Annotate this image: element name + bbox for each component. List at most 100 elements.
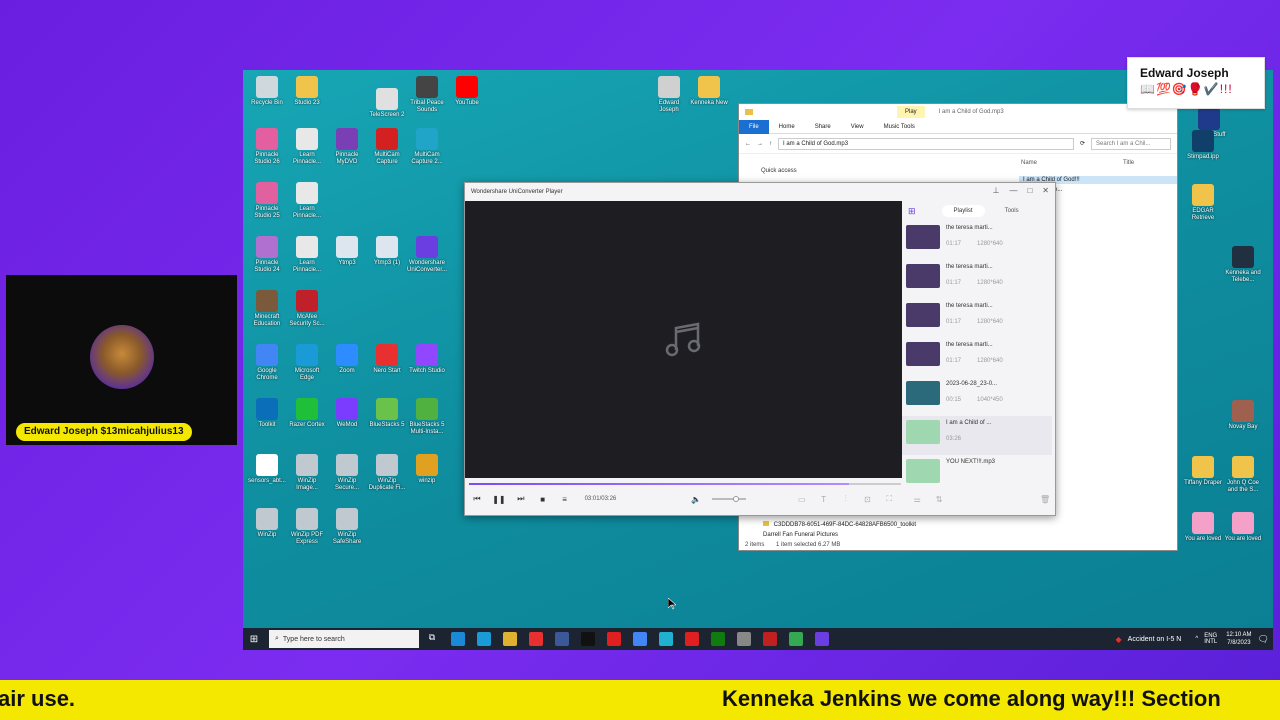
tab-playlist[interactable]: Playlist [941,205,985,217]
desktop-icon[interactable]: Nero Start [367,344,407,375]
desktop-icon[interactable]: Pinnacle Studio 25 [247,182,287,220]
playlist-item[interactable]: the teresa marti... 01:17 1280*640 [902,338,1052,377]
desktop-icon[interactable]: Recycle Bin [247,76,287,107]
taskbar-app-icon[interactable] [763,632,777,646]
column-header-name[interactable]: Name [1021,160,1037,166]
task-view-icon[interactable]: ⧉ [425,632,439,646]
desktop-icon[interactable]: WinZip Duplicate Fi... [367,454,407,492]
desktop-icon[interactable]: TeleScreen 2 [367,88,407,119]
next-icon[interactable]: ⏭ [515,493,527,505]
desktop-icon[interactable]: winzip [407,454,447,485]
settings-sliders-icon[interactable]: ⚌ [911,493,923,505]
desktop-icon[interactable]: Zoom [327,344,367,375]
trim-icon[interactable]: ⇅ [933,493,945,505]
refresh-icon[interactable]: ⟳ [1080,140,1085,147]
desktop-icon[interactable]: Learn Pinnacle... [287,182,327,220]
traffic-alert-icon[interactable]: ◆ [1116,635,1122,644]
up-arrow-icon[interactable]: ↑ [769,141,772,147]
desktop-icon[interactable]: Google Chrome [247,344,287,382]
tab-file[interactable]: File [739,119,769,134]
desktop-icon[interactable]: McAfee Security Sc... [287,290,327,328]
desktop-icon[interactable]: Minecraft Education [247,290,287,328]
taskbar-app-icon[interactable] [451,632,465,646]
taskbar-app-icon[interactable] [581,632,595,646]
language-indicator[interactable]: ENG INTL [1204,633,1220,645]
desktop-icon[interactable]: YouTube [447,76,487,107]
taskbar-app-icon[interactable] [711,632,725,646]
file-row[interactable]: C3DDDB78-6051-469F-84DC-64828AFB6500_too… [763,521,916,528]
volume-icon[interactable]: 🔈 [690,493,702,505]
desktop-icon[interactable]: Pinnacle Studio 24 [247,236,287,274]
desktop-icon[interactable]: Wondershare UniConverter... [407,236,447,274]
desktop-icon[interactable]: MultiCam Capture [367,128,407,166]
screenshot-icon[interactable]: ⊡ [862,493,874,505]
desktop-icon[interactable]: sensors_abt... [247,454,287,485]
taskbar-app-icon[interactable] [685,632,699,646]
desktop-icon[interactable]: Learn Pinnacle... [287,236,327,274]
notification-text[interactable]: Accident on I-5 N [1128,636,1182,643]
desktop-icon[interactable]: Tiffany Draper [1183,456,1223,487]
desktop-icon[interactable]: Toolkit [247,398,287,429]
delete-icon[interactable]: 🗑 [1039,493,1051,505]
playlist-item[interactable]: I am a Child of ... 03:26 [902,416,1052,455]
tab-view[interactable]: View [841,120,874,134]
desktop-icon[interactable]: Studio 23 [287,76,327,107]
taskbar-app-icon[interactable] [789,632,803,646]
add-file-icon[interactable]: ⊞ [908,206,916,217]
nav-quick-access[interactable]: Quick access [761,168,797,174]
desktop-icon[interactable]: Kenneka New [689,76,729,107]
desktop-icon[interactable]: BlueStacks 5 [367,398,407,429]
taskbar-app-icon[interactable] [815,632,829,646]
pin-icon[interactable]: ⊥ [992,186,999,195]
tab-share[interactable]: Share [805,120,841,134]
playlist-item[interactable]: the teresa marti... 01:17 1280*640 [902,221,1052,260]
desktop-icon[interactable]: WinZip SafeShare [327,508,367,546]
previous-icon[interactable]: ⏮ [471,493,483,505]
tray-chevron-icon[interactable]: ^ [1195,636,1198,642]
pause-icon[interactable]: ❚❚ [492,493,505,505]
playlist-item[interactable]: YOU NEXT!!!.mp3 [902,455,1052,494]
desktop-icon[interactable]: WinZip Secure... [327,454,367,492]
taskbar-app-icon[interactable] [633,632,647,646]
desktop-icon[interactable]: Razer Cortex [287,398,327,429]
taskbar-app-icon[interactable] [607,632,621,646]
stop-icon[interactable]: ■ [537,493,549,505]
desktop-icon[interactable]: Novay Bay [1223,400,1263,431]
play-tab[interactable]: Play [897,106,925,118]
tab-tools[interactable]: Tools [993,205,1031,217]
back-arrow-icon[interactable]: ← [745,141,751,147]
windows-start-icon[interactable]: ⊞ [243,628,265,650]
desktop-icon[interactable]: WinZip PDF Express [287,508,327,546]
desktop-icon[interactable]: WinZip Image... [287,454,327,492]
desktop-icon[interactable]: Edward Joseph [649,76,689,114]
desktop-icon[interactable]: You are loved [1183,512,1223,543]
playlist-mode-icon[interactable]: ≡ [559,493,571,505]
video-area[interactable] [465,201,902,478]
desktop-icon[interactable]: Tribal Peace Sounds [407,76,447,114]
taskbar-app-icon[interactable] [529,632,543,646]
desktop-icon[interactable]: Kenneka and Telebe... [1223,246,1263,284]
taskbar-app-icon[interactable] [503,632,517,646]
desktop-icon[interactable]: You are loved [1223,512,1263,543]
desktop-icon[interactable]: EDGAR Retrieve [1183,184,1223,222]
desktop-icon[interactable]: Stimpad.ipp [1183,130,1223,161]
desktop-icon[interactable]: Ytmp3 [327,236,367,267]
column-header-title[interactable]: Title [1123,160,1134,166]
desktop-icon[interactable]: WeMod [327,398,367,429]
desktop-icon[interactable]: Learn Pinnacle... [287,128,327,166]
desktop-icon[interactable]: Microsoft Edge [287,344,327,382]
volume-slider[interactable] [712,496,746,502]
desktop-icon[interactable]: Twitch Studio [407,344,447,375]
minimize-icon[interactable]: — [1009,186,1017,195]
clock[interactable]: 12:10 AM 7/8/2023 [1226,631,1251,647]
playlist-item[interactable]: the teresa marti... 01:17 1280*640 [902,299,1052,338]
address-input[interactable]: I am a Child of God.mp3 [778,137,1074,150]
taskbar-app-icon[interactable] [659,632,673,646]
playlist-item[interactable]: 2023-06-28_23-0... 00:15 1040*450 [902,377,1052,416]
desktop-icon[interactable]: BlueStacks 5 Multi-Insta... [407,398,447,436]
playback-progress-bar[interactable] [469,483,901,485]
desktop-icon[interactable]: Ytmp3 (1) [367,236,407,267]
tab-home[interactable]: Home [769,120,805,134]
taskbar-search-input[interactable]: ⌕ Type here to search [269,630,419,648]
maximize-icon[interactable]: □ [1027,186,1032,195]
